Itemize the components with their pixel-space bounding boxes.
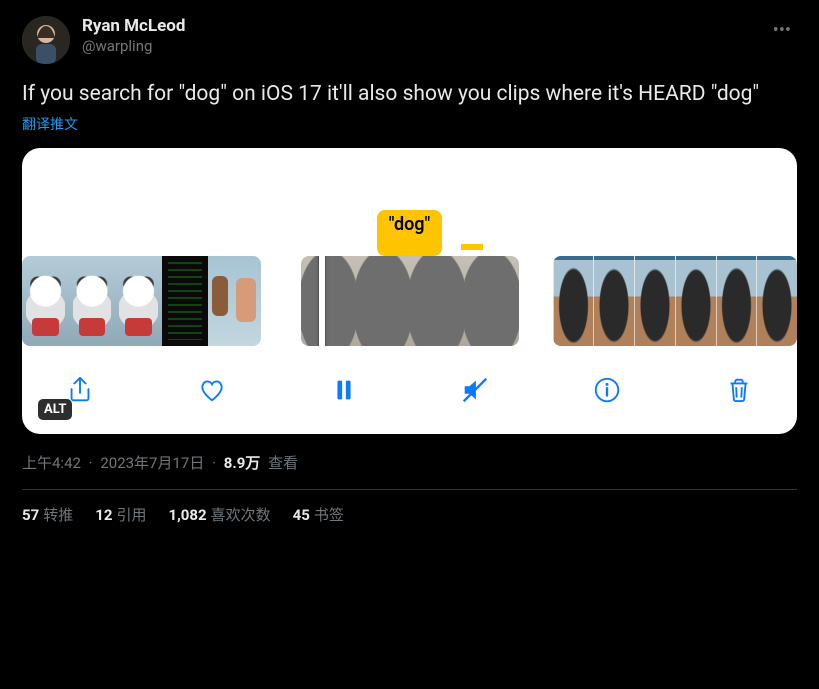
speaker-muted-icon	[460, 375, 490, 405]
thumbnail-frame	[756, 256, 797, 346]
pause-icon	[329, 375, 359, 405]
like-button[interactable]	[192, 370, 232, 410]
info-icon	[592, 375, 622, 405]
more-menu-button[interactable]: •••	[767, 16, 797, 45]
heart-icon	[197, 375, 227, 405]
thumbnail-frame	[356, 256, 410, 346]
clip-group-1[interactable]	[22, 256, 261, 346]
translate-link[interactable]: 翻译推文	[22, 114, 78, 134]
thumbnail-frame	[69, 256, 116, 346]
thumbnail-frame	[716, 256, 757, 346]
thumbnail-frame	[301, 256, 355, 346]
tweet-container: Ryan McLeod @warpling ••• If you search …	[0, 0, 819, 525]
thumbnail-frame	[410, 256, 464, 346]
thumbnail-frame	[115, 256, 162, 346]
likes-stat[interactable]: 1,082喜欢次数	[168, 504, 270, 525]
thumbnail-frame	[208, 256, 261, 346]
tweet-stats: 57转推 12引用 1,082喜欢次数 45书签	[22, 504, 797, 525]
thumbnail-frame	[464, 256, 518, 346]
delete-button[interactable]	[719, 370, 759, 410]
views-count[interactable]: 8.9万	[224, 454, 261, 472]
display-name: Ryan McLeod	[82, 16, 767, 36]
search-tooltip-row: "dog"	[22, 210, 797, 256]
divider	[22, 489, 797, 490]
search-match-pill: "dog"	[377, 210, 443, 256]
bookmarks-stat[interactable]: 45书签	[293, 504, 344, 525]
media-spacer	[22, 148, 797, 210]
thumbnail-frame	[634, 256, 675, 346]
thumbnail-frame	[593, 256, 634, 346]
clip-group-3[interactable]	[553, 256, 797, 346]
tweet-meta: 上午4:42 · 2023年7月17日 · 8.9万 查看	[22, 452, 797, 473]
playhead-icon[interactable]	[319, 256, 325, 346]
trash-icon	[724, 375, 754, 405]
timeline-match-marker	[461, 244, 483, 250]
info-button[interactable]	[587, 370, 627, 410]
tweet-time[interactable]: 上午4:42	[22, 454, 81, 472]
views-label: 查看	[268, 454, 298, 472]
media-toolbar	[22, 346, 797, 420]
retweets-stat[interactable]: 57转推	[22, 504, 73, 525]
video-timeline[interactable]	[22, 256, 797, 346]
handle: @warpling	[82, 36, 767, 56]
thumbnail-frame	[675, 256, 716, 346]
tweet-date[interactable]: 2023年7月17日	[100, 454, 204, 472]
more-icon: •••	[773, 20, 791, 41]
pause-button[interactable]	[324, 370, 364, 410]
clip-group-2[interactable]	[301, 256, 518, 346]
media-card[interactable]: "dog"	[22, 148, 797, 434]
quotes-stat[interactable]: 12引用	[95, 504, 146, 525]
thumbnail-frame	[553, 256, 594, 346]
avatar[interactable]	[22, 16, 70, 64]
thumbnail-frame	[162, 256, 209, 346]
alt-badge[interactable]: ALT	[38, 399, 72, 420]
author-block[interactable]: Ryan McLeod @warpling	[82, 16, 767, 56]
tweet-text: If you search for "dog" on iOS 17 it'll …	[22, 80, 797, 108]
mute-button[interactable]	[455, 370, 495, 410]
thumbnail-frame	[22, 256, 69, 346]
tweet-header: Ryan McLeod @warpling •••	[22, 16, 797, 64]
